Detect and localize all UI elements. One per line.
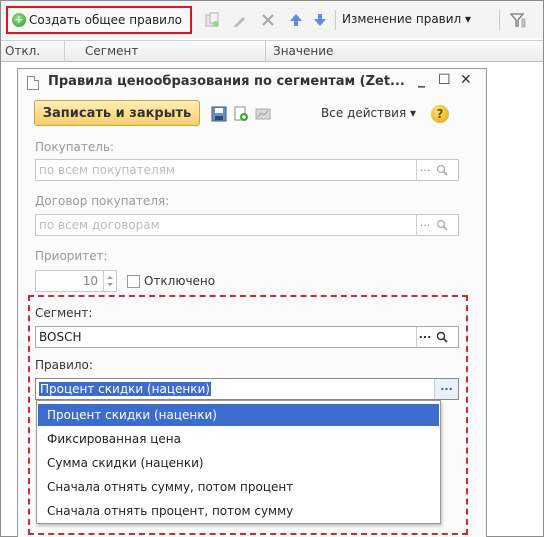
segment-field[interactable]: BOSCH ... — [35, 326, 459, 348]
column-value[interactable]: Значение — [273, 44, 333, 58]
buyer-label: Покупатель: — [35, 140, 115, 154]
close-icon[interactable]: ✕ — [460, 72, 472, 88]
priority-label: Приоритет: — [35, 249, 108, 263]
save-icon[interactable] — [211, 106, 227, 122]
move-up-icon[interactable] — [287, 11, 305, 29]
priority-field[interactable]: 10 — [35, 270, 117, 292]
buyer-field[interactable]: по всем покупателям ... — [35, 159, 459, 181]
buyer-search-icon[interactable] — [433, 160, 450, 180]
table-header: Откл. Сегмент Значение — [1, 40, 543, 62]
rule-label: Правило: — [35, 358, 93, 372]
contract-search-icon[interactable] — [433, 215, 450, 235]
rule-option[interactable]: Сначала отнять сумму, потом процент — [38, 476, 439, 498]
minimize-icon[interactable]: _ — [418, 72, 425, 88]
column-disabled[interactable]: Откл. — [5, 44, 40, 58]
rule-field[interactable]: Процент скидки (наценки) ... — [35, 378, 459, 400]
segment-label: Сегмент: — [35, 306, 93, 320]
column-divider — [64, 41, 65, 62]
column-divider — [265, 41, 266, 62]
report-icon[interactable] — [255, 106, 271, 122]
buyer-select-button[interactable]: ... — [416, 160, 433, 180]
copy-document-icon[interactable] — [233, 106, 249, 122]
pricing-rules-dialog: Правила ценообразования по сегментам (Ze… — [17, 68, 487, 537]
toolbar-separator — [499, 10, 500, 30]
rule-option[interactable]: Фиксированная цена — [38, 428, 439, 450]
maximize-icon[interactable]: ☐ — [438, 72, 451, 88]
rule-dropdown-list: Процент скидки (наценки) Фиксированная ц… — [36, 400, 441, 524]
move-down-icon[interactable] — [311, 11, 329, 29]
rule-option[interactable]: Сначала отнять процент, потом сумму — [38, 500, 439, 522]
segment-value: BOSCH — [39, 330, 82, 344]
column-segment[interactable]: Сегмент — [85, 44, 138, 58]
delete-icon[interactable] — [259, 11, 277, 29]
dialog-title: Правила ценообразования по сегментам (Ze… — [48, 74, 405, 89]
rule-value: Процент скидки (наценки) — [39, 382, 211, 396]
contract-placeholder: по всем договорам — [39, 218, 160, 232]
rule-option[interactable]: Сумма скидки (наценки) — [38, 452, 439, 474]
contract-field[interactable]: по всем договорам ... — [35, 214, 459, 236]
contract-select-button[interactable]: ... — [416, 215, 433, 235]
contract-label: Договор покупателя: — [35, 194, 170, 208]
buyer-placeholder: по всем покупателям — [39, 163, 175, 177]
create-common-rule-button[interactable]: + Создать общее правило — [6, 6, 192, 34]
help-icon[interactable]: ? — [431, 105, 449, 123]
filter-settings-icon[interactable] — [509, 11, 527, 29]
disabled-checkbox[interactable] — [127, 275, 140, 288]
edit-icon[interactable] — [231, 11, 249, 29]
add-icon: + — [12, 13, 26, 27]
change-rules-menu[interactable]: Изменение правил ▾ — [342, 12, 471, 26]
priority-value: 10 — [82, 274, 98, 288]
dialog-title-bar: Правила ценообразования по сегментам (Ze… — [18, 69, 486, 95]
toolbar: + Создать общее правило Изменение правил… — [1, 1, 543, 38]
rule-option[interactable]: Процент скидки (наценки) — [38, 404, 439, 426]
segment-search-icon[interactable] — [433, 327, 450, 347]
toolbar-separator — [335, 10, 336, 30]
document-icon — [27, 76, 39, 90]
copy-icon[interactable] — [203, 11, 221, 29]
disabled-checkbox-label: Отключено — [144, 274, 216, 288]
all-actions-menu[interactable]: Все действия ▾ — [321, 106, 416, 120]
segment-select-button[interactable]: ... — [416, 327, 433, 347]
create-common-rule-label: Создать общее правило — [29, 13, 182, 27]
save-and-close-button[interactable]: Записать и закрыть — [34, 100, 200, 126]
rule-select-button[interactable]: ... — [434, 379, 458, 399]
priority-spinner[interactable] — [103, 271, 116, 291]
